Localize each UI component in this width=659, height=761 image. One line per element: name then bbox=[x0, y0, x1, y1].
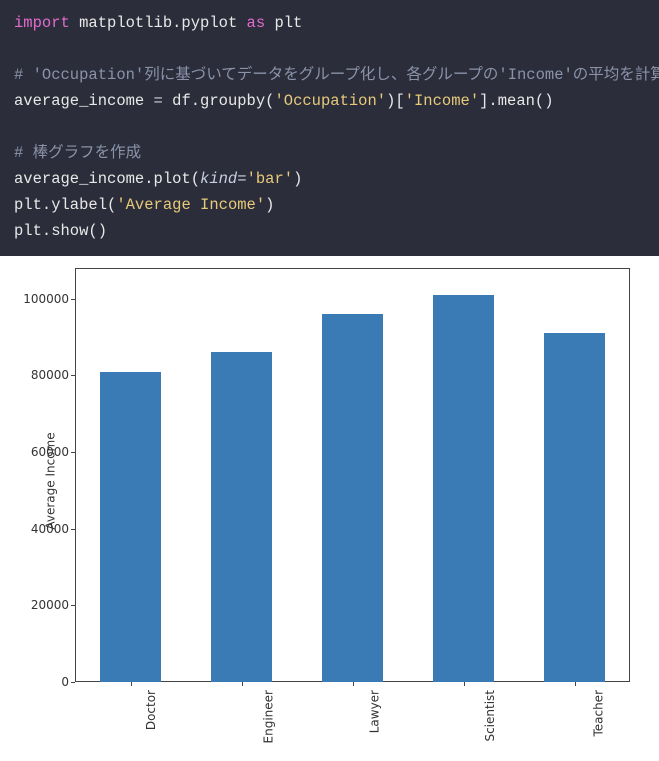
x-tick-label: Engineer bbox=[261, 690, 275, 743]
code-block: import matplotlib.pyplot as plt # 'Occup… bbox=[0, 0, 659, 256]
code-text: plt bbox=[265, 14, 302, 32]
x-tick-label: Doctor bbox=[144, 690, 158, 730]
kw-as: as bbox=[247, 14, 266, 32]
y-tick-mark bbox=[71, 605, 75, 606]
x-tick-mark bbox=[575, 682, 576, 686]
code-text: ) bbox=[265, 196, 274, 214]
code-text: plt.ylabel( bbox=[14, 196, 116, 214]
x-tick-mark bbox=[353, 682, 354, 686]
y-tick-label: 0 bbox=[9, 675, 69, 689]
x-tick-mark bbox=[131, 682, 132, 686]
code-text: plt.show() bbox=[14, 222, 107, 240]
y-tick-mark bbox=[71, 682, 75, 683]
code-text: df.groupby( bbox=[163, 92, 275, 110]
y-tick-mark bbox=[71, 299, 75, 300]
x-tick-mark bbox=[242, 682, 243, 686]
code-string: 'Occupation' bbox=[274, 92, 386, 110]
y-tick-mark bbox=[71, 452, 75, 453]
bar bbox=[433, 295, 494, 682]
code-kwarg: kind bbox=[200, 170, 237, 188]
code-text: ].mean() bbox=[479, 92, 553, 110]
code-text: = bbox=[237, 170, 246, 188]
code-string: 'bar' bbox=[247, 170, 294, 188]
bar bbox=[322, 314, 383, 682]
y-tick-mark bbox=[71, 375, 75, 376]
code-comment: # 'Occupation'列に基づいてデータをグループ化し、各グループの'In… bbox=[14, 66, 659, 84]
code-string: 'Average Income' bbox=[116, 196, 265, 214]
code-text: matplotlib.pyplot bbox=[70, 14, 247, 32]
code-text: ) bbox=[293, 170, 302, 188]
code-text: average_income.plot( bbox=[14, 170, 200, 188]
bar bbox=[211, 352, 272, 682]
bar bbox=[544, 333, 605, 682]
code-text: = bbox=[154, 92, 163, 110]
code-text: )[ bbox=[386, 92, 405, 110]
y-tick-label: 100000 bbox=[9, 292, 69, 306]
code-text: average_income bbox=[14, 92, 154, 110]
y-tick-label: 80000 bbox=[9, 368, 69, 382]
x-tick-mark bbox=[464, 682, 465, 686]
y-tick-label: 20000 bbox=[9, 598, 69, 612]
x-tick-label: Lawyer bbox=[367, 690, 381, 733]
chart-area: Average Income 0200004000060000800001000… bbox=[0, 256, 659, 761]
code-string: 'Income' bbox=[405, 92, 479, 110]
y-tick-label: 40000 bbox=[9, 522, 69, 536]
y-tick-label: 60000 bbox=[9, 445, 69, 459]
x-tick-label: Scientist bbox=[482, 690, 496, 742]
kw-import: import bbox=[14, 14, 70, 32]
code-comment: # 棒グラフを作成 bbox=[14, 144, 141, 162]
x-tick-label: Teacher bbox=[591, 690, 605, 737]
y-tick-mark bbox=[71, 529, 75, 530]
bar bbox=[100, 372, 161, 683]
